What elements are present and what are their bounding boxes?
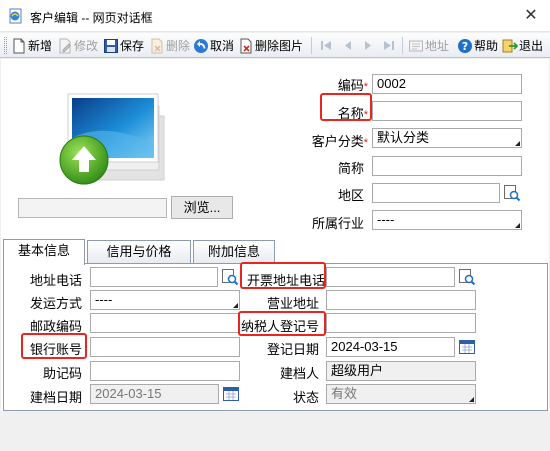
name-input[interactable] <box>372 101 522 121</box>
ship-method-label: 发运方式 <box>29 296 82 311</box>
industry-label: 所属行业 <box>311 216 364 231</box>
image-file-path-field[interactable] <box>18 198 167 218</box>
last-record-icon[interactable] <box>381 39 395 52</box>
edit-pencil-icon <box>59 38 72 53</box>
memo-code-input[interactable] <box>90 361 240 381</box>
close-button[interactable]: ✕ <box>522 6 540 24</box>
address-label: 地址 <box>425 39 450 53</box>
toolbar-separator <box>311 37 312 54</box>
required-mark: * <box>363 137 368 149</box>
delete-image-label: 删除图片 <box>255 39 304 53</box>
calendar-icon[interactable] <box>222 385 240 403</box>
cancel-undo-icon <box>194 38 208 53</box>
short-name-label: 简称 <box>337 161 364 176</box>
delete-image-button[interactable]: 删除图片 <box>238 36 303 55</box>
address-lookup-icon[interactable] <box>221 268 239 286</box>
exit-label: 退出 <box>519 39 544 53</box>
exit-button[interactable]: 退出 <box>502 36 543 55</box>
region-input[interactable] <box>372 183 500 203</box>
name-label-highlight <box>320 93 372 121</box>
invoice-address-input[interactable] <box>326 267 455 287</box>
code-label: 编码* <box>337 78 368 93</box>
tab-credit-price[interactable]: 信用与价格 <box>87 240 191 264</box>
status-select[interactable]: 有效 <box>326 384 476 404</box>
cancel-button[interactable]: 取消 <box>193 36 234 55</box>
status-label: 状态 <box>292 390 319 405</box>
toolbar: 新增 修改 保存 删除 取消 删除图片 地址 ? 帮助 退出 <box>0 33 550 58</box>
business-address-label: 营业地址 <box>266 296 319 311</box>
create-date-label: 建档日期 <box>29 390 82 405</box>
customer-image-placeholder <box>59 93 165 185</box>
delete-image-icon <box>240 38 252 53</box>
ship-method-select[interactable]: ---- <box>90 290 240 310</box>
invoice-address-highlight <box>240 262 326 289</box>
region-lookup-icon[interactable] <box>503 184 521 202</box>
address-card-icon <box>409 40 423 51</box>
previous-record-icon[interactable] <box>341 39 355 52</box>
edit-button[interactable]: 修改 <box>57 36 98 55</box>
new-button[interactable]: 新增 <box>11 36 52 55</box>
calendar-icon[interactable] <box>458 338 476 356</box>
save-label: 保存 <box>120 39 145 53</box>
category-select[interactable]: 默认分类 <box>372 128 522 148</box>
postcode-input[interactable] <box>90 313 240 333</box>
industry-select[interactable]: ---- <box>372 210 522 230</box>
address-button[interactable]: 地址 <box>408 36 449 55</box>
browse-button[interactable]: 浏览... <box>171 196 233 219</box>
address-phone-label: 地址电话 <box>29 273 82 288</box>
code-input[interactable]: 0002 <box>372 74 522 94</box>
registration-date-label: 登记日期 <box>266 342 319 357</box>
new-document-icon <box>13 38 25 53</box>
creator-input[interactable]: 超级用户 <box>326 361 476 381</box>
delete-label: 删除 <box>166 39 191 53</box>
cancel-label: 取消 <box>210 39 235 53</box>
save-button[interactable]: 保存 <box>103 36 144 55</box>
first-record-icon[interactable] <box>320 39 334 52</box>
registration-date-input[interactable]: 2024-03-15 <box>326 337 455 357</box>
bank-account-input[interactable] <box>90 337 240 357</box>
dialog-footer <box>0 411 550 451</box>
required-mark: * <box>363 81 368 93</box>
help-icon: ? <box>458 38 472 53</box>
create-date-input[interactable]: 2024-03-15 <box>90 384 219 404</box>
delete-button[interactable]: 删除 <box>149 36 190 55</box>
help-button[interactable]: ? 帮助 <box>457 36 498 55</box>
bank-account-highlight <box>21 333 87 359</box>
edit-label: 修改 <box>74 39 99 53</box>
exit-icon <box>502 39 518 52</box>
help-label: 帮助 <box>474 39 499 53</box>
svg-text:?: ? <box>462 40 468 53</box>
region-label: 地区 <box>337 188 364 203</box>
toolbar-grip <box>4 37 7 54</box>
new-label: 新增 <box>28 39 53 53</box>
title-bar: 客户编辑 -- 网页对话框 ✕ <box>0 0 550 32</box>
short-name-input[interactable] <box>372 156 522 176</box>
business-address-input[interactable] <box>326 290 476 310</box>
save-disk-icon <box>104 38 118 53</box>
app-icon <box>9 8 22 24</box>
memo-code-label: 助记码 <box>42 366 82 381</box>
taxpayer-id-input[interactable] <box>326 313 476 333</box>
next-record-icon[interactable] <box>361 39 375 52</box>
category-label: 客户分类* <box>311 134 368 149</box>
tab-basic-info[interactable]: 基本信息 <box>3 239 85 265</box>
window-title: 客户编辑 -- 网页对话框 <box>30 11 153 25</box>
taxpayer-id-highlight <box>238 311 326 336</box>
tab-additional-info[interactable]: 附加信息 <box>193 240 275 264</box>
invoice-address-lookup-icon[interactable] <box>458 268 476 286</box>
toolbar-separator <box>402 37 403 54</box>
delete-document-icon <box>151 38 163 53</box>
address-phone-input[interactable] <box>90 267 218 287</box>
creator-label: 建档人 <box>279 366 319 381</box>
